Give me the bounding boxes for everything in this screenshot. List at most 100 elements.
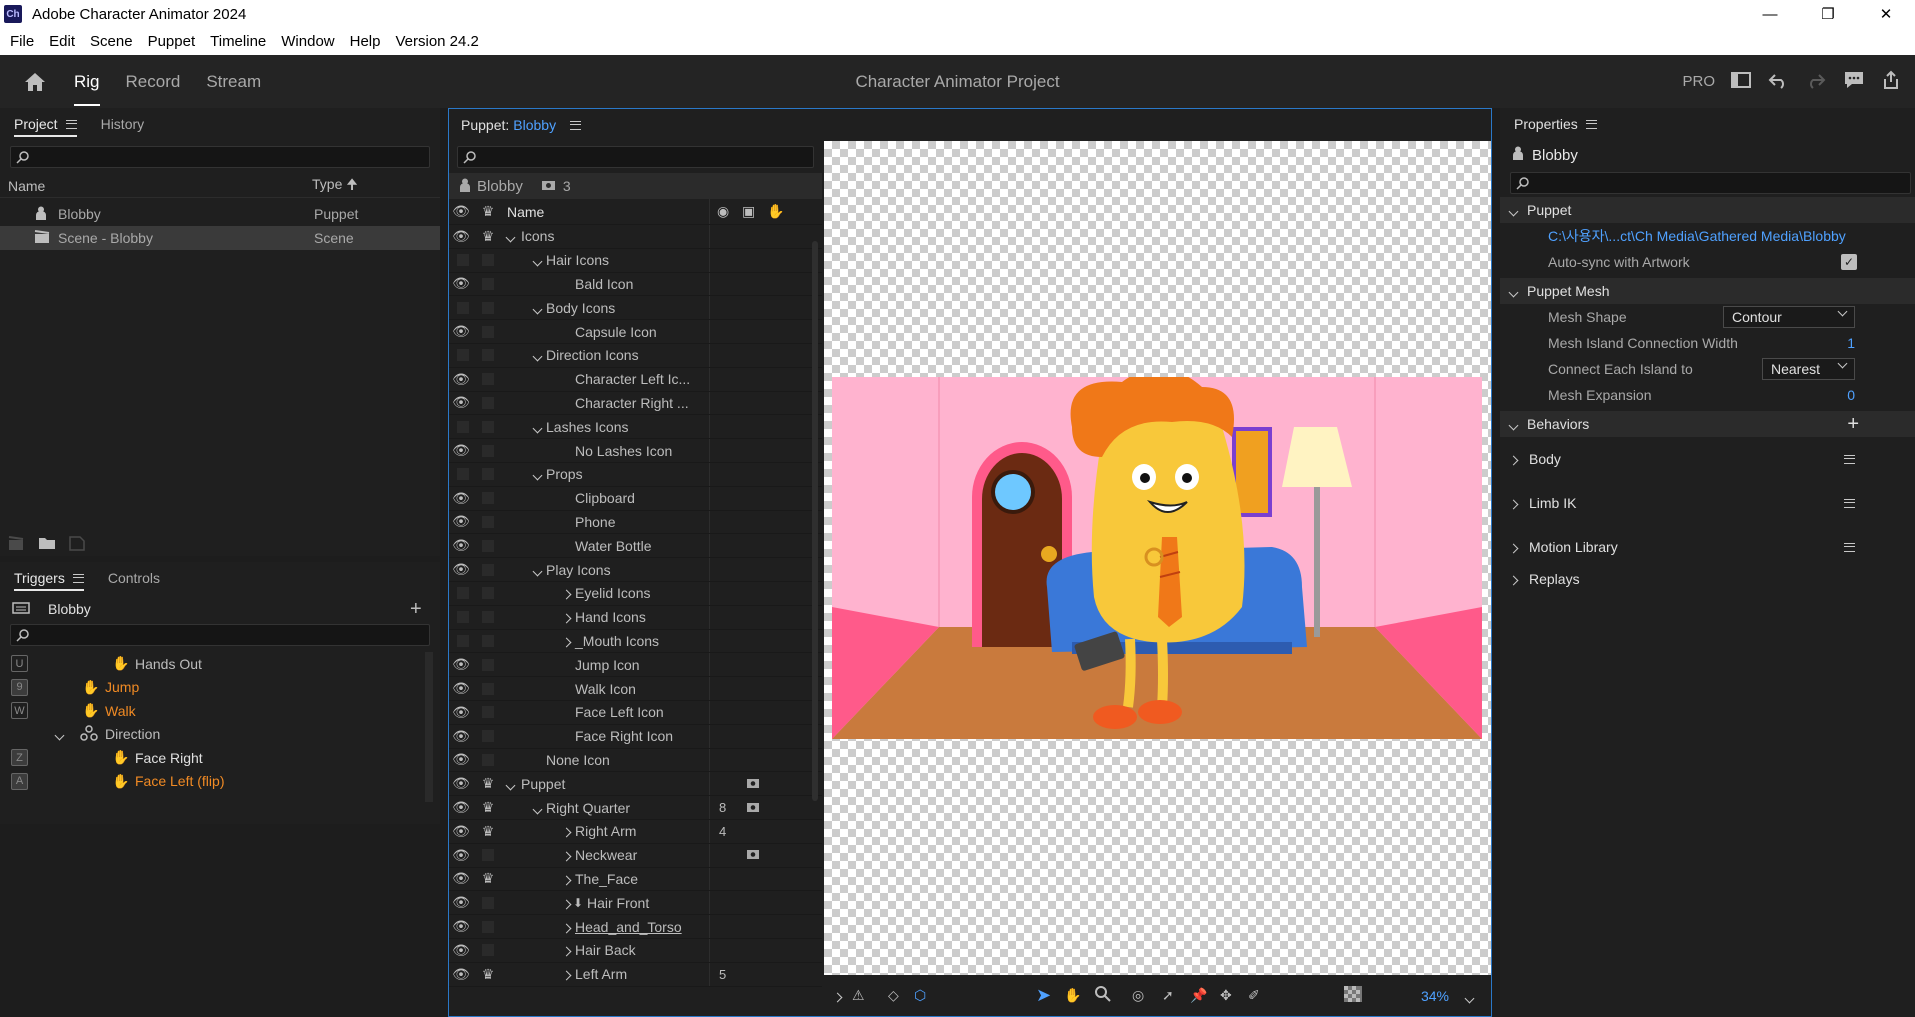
eye-icon[interactable]: 👁	[452, 942, 470, 959]
eye-icon[interactable]: 👁	[452, 918, 470, 935]
menu-window[interactable]: Window	[281, 33, 334, 50]
eye-icon[interactable]: 👁	[452, 728, 470, 745]
eye-icon[interactable]: 👁	[452, 203, 470, 220]
independent-toggle[interactable]	[482, 444, 494, 457]
origin-tool-icon[interactable]: ◎	[1132, 987, 1144, 1004]
eye-icon[interactable]: 👁	[452, 823, 470, 840]
layout-icon[interactable]	[1731, 71, 1751, 92]
triggers-menu-icon[interactable]	[72, 573, 84, 583]
independent-toggle[interactable]	[482, 373, 494, 386]
expand-chevron-icon[interactable]	[561, 942, 572, 958]
layer-row[interactable]: Body Icons	[449, 296, 822, 321]
expand-chevron-icon[interactable]	[832, 988, 843, 1004]
layer-row[interactable]: _Mouth Icons	[449, 629, 822, 654]
behavior-replays[interactable]: Replays	[1500, 569, 1915, 589]
layer-row[interactable]: 👁 Phone	[449, 510, 822, 535]
section-behaviors[interactable]: Behaviors +	[1500, 411, 1915, 437]
col-name[interactable]: Name	[8, 178, 45, 194]
eye-icon[interactable]: 👁	[452, 704, 470, 721]
visibility-toggle[interactable]	[457, 420, 469, 433]
layer-row[interactable]: 👁 Face Left Icon	[449, 700, 822, 725]
eye-icon[interactable]: 👁	[452, 680, 470, 697]
home-icon[interactable]	[22, 70, 48, 94]
collapse-chevron-icon[interactable]	[532, 252, 543, 268]
puppet-menu-icon[interactable]	[570, 120, 582, 130]
layer-row[interactable]: 👁 Character Left Ic...	[449, 367, 822, 392]
eye-icon[interactable]: 👁	[452, 561, 470, 578]
behavior-limb-ik[interactable]: Limb IK	[1500, 481, 1915, 525]
close-button[interactable]: ✕	[1857, 0, 1915, 28]
triggers-scrollbar[interactable]	[425, 652, 433, 802]
eye-icon[interactable]: 👁	[452, 966, 470, 983]
independent-toggle[interactable]	[482, 396, 494, 409]
select-tool-icon[interactable]: ➤	[1036, 985, 1051, 1006]
independent-toggle[interactable]	[482, 420, 494, 433]
trigger-row[interactable]: W ✋ Walk	[0, 699, 440, 723]
warning-icon[interactable]: ⚠	[852, 987, 865, 1004]
collapse-chevron-icon[interactable]	[532, 300, 543, 316]
visibility-toggle[interactable]	[457, 468, 469, 481]
properties-search-input[interactable]	[1510, 172, 1911, 194]
eye-icon[interactable]: 👁	[452, 490, 470, 507]
hand-tool-icon[interactable]: ✋	[1064, 987, 1081, 1004]
layer-row[interactable]: Direction Icons	[449, 343, 822, 368]
tab-controls[interactable]: Controls	[108, 570, 160, 586]
collapse-chevron-icon[interactable]	[532, 419, 543, 435]
layer-row[interactable]: 👁 ♛ Icons	[449, 225, 822, 249]
expansion-value[interactable]: 0	[1847, 387, 1855, 403]
autosync-checkbox[interactable]: ✓	[1841, 254, 1857, 270]
zoom-dropdown-icon[interactable]	[1464, 989, 1475, 1005]
layer-row[interactable]: 👁 No Lashes Icon	[449, 439, 822, 463]
independent-toggle[interactable]	[482, 301, 494, 314]
project-row[interactable]: Scene - Blobby Scene	[0, 226, 440, 250]
crown-icon[interactable]: ♛	[480, 799, 496, 816]
independent-toggle[interactable]	[482, 706, 494, 719]
show-mesh-icon[interactable]: ⬡	[914, 987, 926, 1004]
independent-toggle[interactable]	[482, 277, 494, 290]
layer-row[interactable]: Hair Icons	[449, 248, 822, 273]
layer-row[interactable]: 👁 Walk Icon	[449, 677, 822, 701]
section-puppet[interactable]: Puppet	[1500, 197, 1915, 223]
behavior-motion-library[interactable]: Motion Library	[1500, 525, 1915, 569]
visibility-toggle[interactable]	[457, 349, 469, 362]
collapse-chevron-icon[interactable]	[505, 228, 516, 244]
tab-properties[interactable]: Properties	[1514, 116, 1597, 132]
layer-row[interactable]: Lashes Icons	[449, 415, 822, 440]
layer-row[interactable]: 👁 Capsule Icon	[449, 320, 822, 344]
zoom-tool-icon[interactable]	[1094, 985, 1112, 1006]
tab-triggers[interactable]: Triggers	[14, 570, 84, 591]
expand-chevron-icon[interactable]	[561, 633, 572, 649]
collapse-chevron-icon[interactable]	[54, 726, 65, 742]
minimize-button[interactable]: —	[1741, 0, 1799, 28]
expand-chevron-icon[interactable]	[561, 823, 572, 839]
independent-toggle[interactable]	[482, 468, 494, 481]
properties-menu-icon[interactable]	[1585, 119, 1597, 129]
expand-chevron-icon[interactable]	[561, 585, 572, 601]
triggers-search-input[interactable]	[10, 624, 430, 646]
behavior-body[interactable]: Body	[1500, 437, 1915, 481]
collapse-chevron-icon[interactable]	[532, 347, 543, 363]
eye-icon[interactable]: 👁	[452, 442, 470, 459]
independent-toggle[interactable]	[482, 849, 494, 862]
layer-row[interactable]: 👁 Clipboard	[449, 486, 822, 511]
layers-scrollbar[interactable]	[812, 241, 818, 801]
layer-row[interactable]: 👁 Head_and_Torso	[449, 915, 822, 939]
layer-row[interactable]: 👁 ♛ Left Arm 5	[449, 962, 822, 987]
layer-row[interactable]: 👁 Play Icons	[449, 558, 822, 582]
behavior-menu-icon[interactable]	[1844, 498, 1855, 508]
layer-row[interactable]: 👁 None Icon	[449, 748, 822, 773]
independent-toggle[interactable]	[482, 730, 494, 743]
layer-row[interactable]: 👁 ♛ Right Arm 4	[449, 819, 822, 844]
layer-row[interactable]: 👁 Jump Icon	[449, 653, 822, 678]
island-width-value[interactable]: 1	[1847, 335, 1855, 351]
share-icon[interactable]	[1881, 70, 1901, 93]
eye-icon[interactable]: 👁	[452, 537, 470, 554]
behavior-menu-icon[interactable]	[1844, 454, 1855, 464]
independent-toggle[interactable]	[482, 254, 494, 267]
expand-chevron-icon[interactable]	[561, 895, 572, 911]
new-scene-icon[interactable]	[8, 535, 26, 554]
menu-help[interactable]: Help	[350, 33, 381, 50]
layer-row[interactable]: 👁 ⬇ Hair Front	[449, 891, 822, 916]
layer-row[interactable]: 👁 Face Right Icon	[449, 724, 822, 749]
menu-puppet[interactable]: Puppet	[148, 33, 196, 50]
